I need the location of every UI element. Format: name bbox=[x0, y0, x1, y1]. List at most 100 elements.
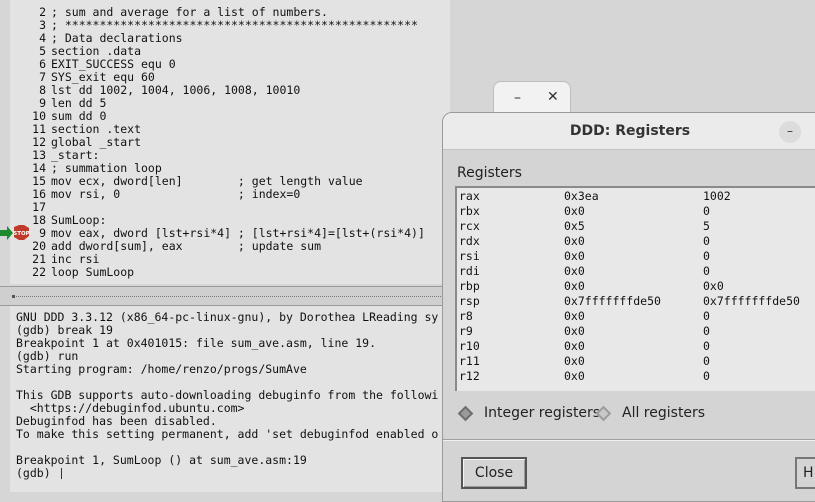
line-number: 22 bbox=[32, 265, 46, 279]
register-hex-value: 0x0 bbox=[564, 324, 585, 338]
register-natural-value: 0x0 bbox=[703, 279, 724, 293]
register-natural-value: 0x7fffffffde50 bbox=[703, 294, 800, 308]
registers-title: DDD: Registers bbox=[569, 123, 691, 139]
register-name: rsi bbox=[459, 249, 480, 263]
register-hex-value: 0x3ea bbox=[564, 189, 599, 203]
register-row[interactable]: rdx 0x0 0 bbox=[457, 234, 815, 249]
register-row[interactable]: r12 0x0 0 bbox=[457, 369, 815, 384]
register-hex-value: 0x0 bbox=[564, 204, 585, 218]
source-pane[interactable]: 2; sum and average for a list of numbers… bbox=[10, 0, 450, 284]
console-text: To make this setting permanent, add 'set… bbox=[16, 427, 439, 441]
register-natural-value: 0 bbox=[703, 354, 710, 368]
source-code: section .text bbox=[51, 122, 142, 136]
source-gutter bbox=[0, 0, 10, 300]
source-code: mov rsi, 0 ; index=0 bbox=[51, 187, 301, 201]
console-text: Starting program: /home/renzo/progs/SumA… bbox=[16, 362, 307, 376]
register-row[interactable]: rbp 0x0 0x0 bbox=[457, 279, 815, 294]
register-natural-value: 0 bbox=[703, 324, 710, 338]
breakpoint-stop-icon[interactable]: STOP bbox=[0, 225, 30, 241]
source-line[interactable]: 22 loop SumLoop bbox=[10, 266, 134, 279]
register-hex-value: 0x0 bbox=[564, 309, 585, 323]
registers-titlebar[interactable]: DDD: Registers – bbox=[443, 113, 815, 150]
dialog-separator bbox=[443, 439, 815, 441]
integer-registers-radio[interactable]: Integer registers bbox=[457, 405, 601, 427]
source-code: loop SumLoop bbox=[51, 265, 135, 279]
integer-registers-label: Integer registers bbox=[484, 405, 601, 421]
source-code: mov ecx, dword[len] ; get length value bbox=[51, 174, 363, 188]
register-natural-value: 0 bbox=[703, 249, 710, 263]
register-natural-value: 0 bbox=[703, 234, 710, 248]
console-text: Debuginfod has been disabled. bbox=[16, 414, 217, 428]
register-name: rbx bbox=[459, 204, 480, 218]
execution-arrow-icon bbox=[0, 226, 13, 240]
register-row[interactable]: r11 0x0 0 bbox=[457, 354, 815, 369]
register-name: rax bbox=[459, 189, 480, 203]
mini-close-button[interactable]: ✕ bbox=[547, 89, 559, 105]
register-natural-value: 1002 bbox=[703, 189, 731, 203]
register-natural-value: 0 bbox=[703, 264, 710, 278]
source-code: global _start bbox=[51, 135, 142, 149]
source-code: SumLoop: bbox=[51, 213, 107, 227]
register-row[interactable]: rcx 0x5 5 bbox=[457, 219, 815, 234]
splitter-handle[interactable] bbox=[12, 295, 15, 298]
register-row[interactable]: rbx 0x0 0 bbox=[457, 204, 815, 219]
register-natural-value: 0 bbox=[703, 339, 710, 353]
registers-minimize-button[interactable]: – bbox=[779, 121, 801, 143]
console-line: Breakpoint 1, SumLoop () at sum_ave.asm:… bbox=[16, 454, 307, 467]
register-hex-value: 0x0 bbox=[564, 279, 585, 293]
console-text: Breakpoint 1, SumLoop () at sum_ave.asm:… bbox=[16, 453, 307, 467]
source-code: len dd 5 bbox=[51, 96, 107, 110]
text-cursor bbox=[60, 468, 62, 479]
source-code: add dword[sum], eax ; update sum bbox=[51, 239, 322, 253]
all-registers-radio[interactable]: All registers bbox=[595, 405, 708, 427]
register-name: r12 bbox=[459, 369, 480, 383]
register-row[interactable]: rsp 0x7fffffffde50 0x7fffffffde50 bbox=[457, 294, 815, 309]
source-code: ; Data declarations bbox=[51, 31, 183, 45]
source-code: lst dd 1002, 1004, 1006, 1008, 10010 bbox=[51, 83, 301, 97]
stop-label: STOP bbox=[13, 231, 29, 237]
registers-label: Registers bbox=[457, 165, 522, 181]
register-hex-value: 0x0 bbox=[564, 369, 585, 383]
register-natural-value: 0 bbox=[703, 204, 710, 218]
register-row[interactable]: r10 0x0 0 bbox=[457, 339, 815, 354]
register-hex-value: 0x0 bbox=[564, 249, 585, 263]
source-code: _start: bbox=[51, 148, 100, 162]
register-hex-value: 0x0 bbox=[564, 339, 585, 353]
radio-diamond-icon bbox=[457, 405, 474, 422]
radio-diamond-icon bbox=[595, 405, 612, 422]
all-registers-label: All registers bbox=[622, 405, 706, 421]
register-row[interactable]: r9 0x0 0 bbox=[457, 324, 815, 339]
pane-splitter[interactable] bbox=[0, 286, 445, 306]
gdb-console[interactable]: GNU DDD 3.3.12 (x86_64-pc-linux-gnu), by… bbox=[10, 306, 445, 492]
source-code: sum dd 0 bbox=[51, 109, 107, 123]
register-natural-value: 0 bbox=[703, 309, 710, 323]
console-text: This GDB supports auto-downloading debug… bbox=[16, 388, 439, 402]
register-row[interactable]: rdi 0x0 0 bbox=[457, 264, 815, 279]
mini-minimize-button[interactable]: – bbox=[514, 90, 521, 106]
register-name: r8 bbox=[459, 309, 473, 323]
close-button[interactable]: Close bbox=[461, 457, 527, 489]
register-natural-value: 0 bbox=[703, 369, 710, 383]
register-hex-value: 0x5 bbox=[564, 219, 585, 233]
register-name: r9 bbox=[459, 324, 473, 338]
console-text: GNU DDD 3.3.12 (x86_64-pc-linux-gnu), by… bbox=[16, 310, 439, 324]
register-row[interactable]: rax 0x3ea 1002 bbox=[457, 189, 815, 204]
register-row[interactable]: rsi 0x0 0 bbox=[457, 249, 815, 264]
registers-dialog: DDD: Registers – Registers rax 0x3ea 1002 r… bbox=[442, 112, 815, 502]
source-code: SYS_exit equ 60 bbox=[51, 70, 155, 84]
register-name: r11 bbox=[459, 354, 480, 368]
register-hex-value: 0x0 bbox=[564, 354, 585, 368]
console-text: <https://debuginfod.ubuntu.com> bbox=[16, 401, 245, 415]
register-name: rsp bbox=[459, 294, 480, 308]
source-line[interactable]: 16 mov rsi, 0 ; index=0 bbox=[10, 188, 300, 201]
register-name: rbp bbox=[459, 279, 480, 293]
help-button[interactable]: H bbox=[795, 457, 815, 489]
registers-table[interactable]: rax 0x3ea 1002 rbx 0x0 0 rcx 0x5 5 rdx 0x0 0 rsi 0x0 0… bbox=[455, 186, 815, 391]
register-row[interactable]: r8 0x0 0 bbox=[457, 309, 815, 324]
console-line: To make this setting permanent, add 'set… bbox=[16, 428, 438, 441]
register-name: rcx bbox=[459, 219, 480, 233]
console-text: (gdb) bbox=[16, 466, 58, 480]
register-name: rdi bbox=[459, 264, 480, 278]
register-name: rdx bbox=[459, 234, 480, 248]
register-hex-value: 0x0 bbox=[564, 264, 585, 278]
